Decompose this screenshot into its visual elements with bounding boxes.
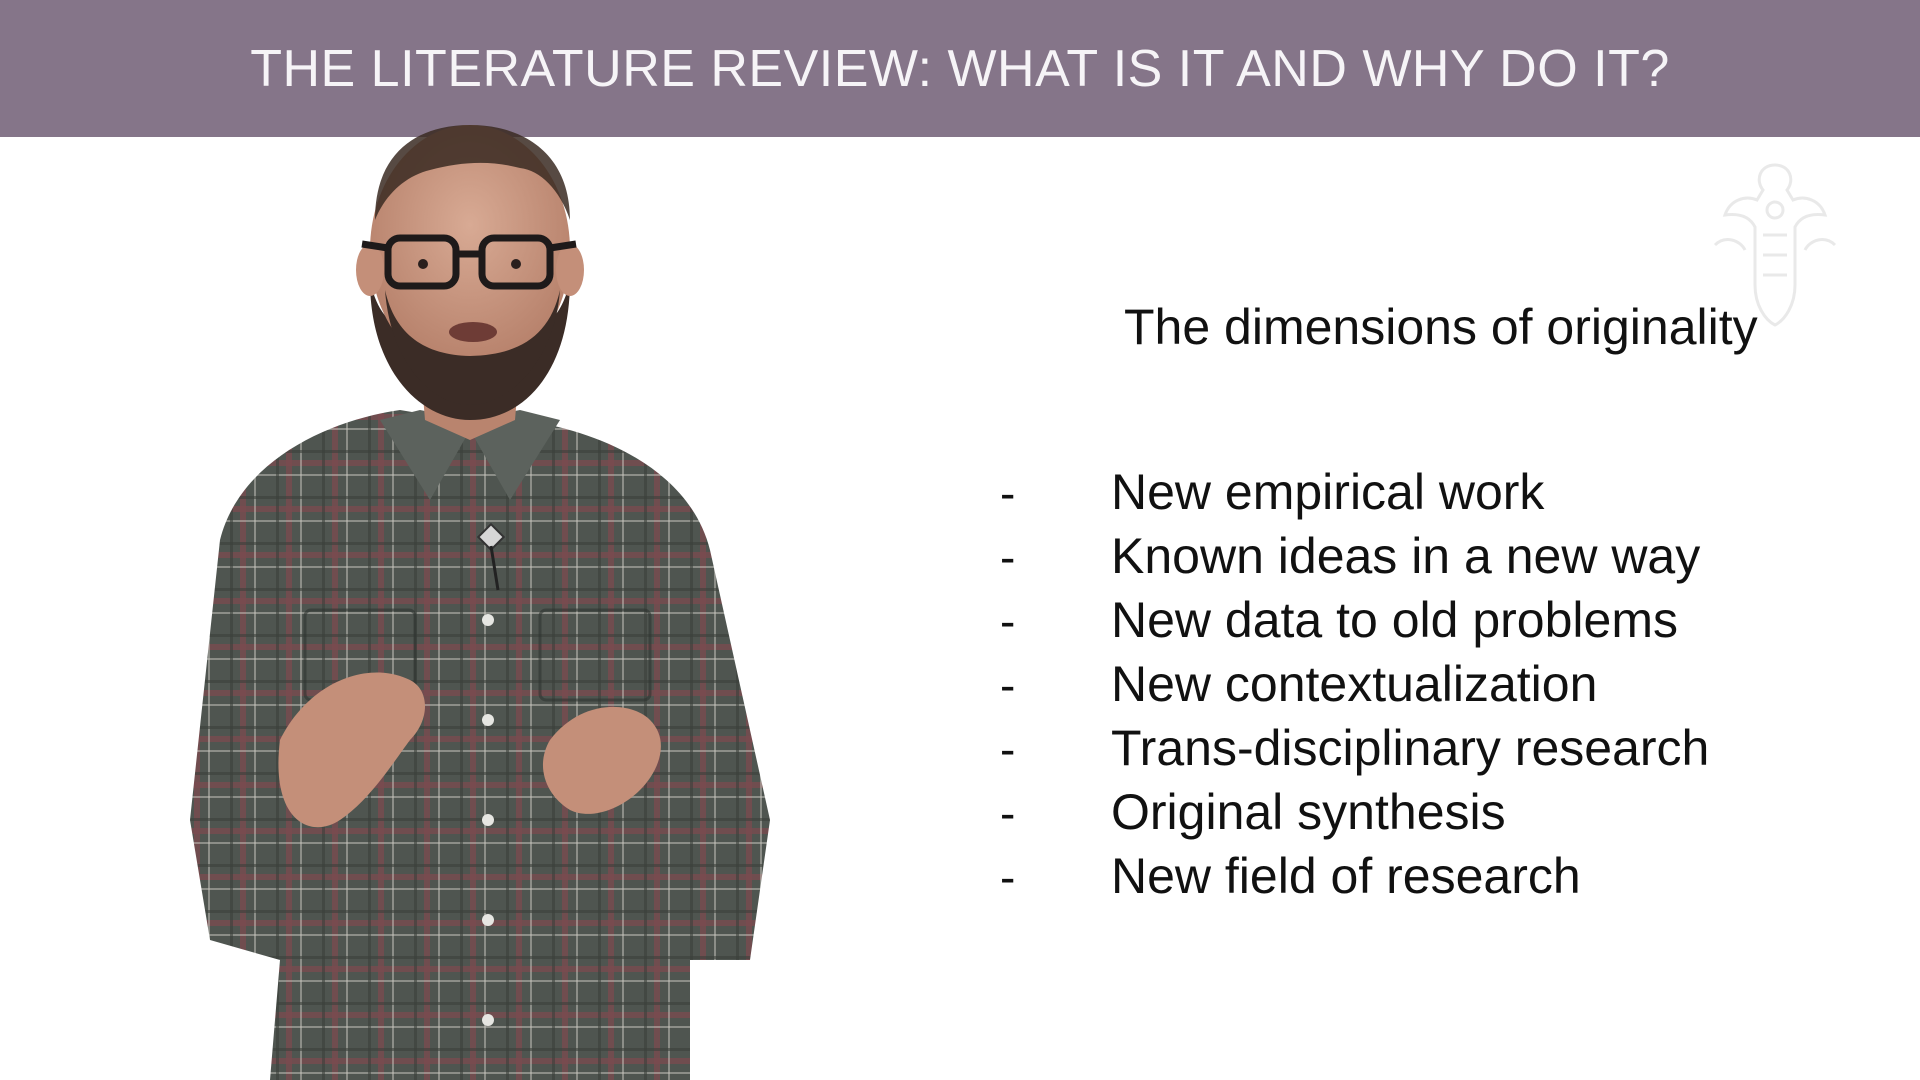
list-item: - Original synthesis bbox=[1000, 783, 1709, 847]
list-item: - New contextualization bbox=[1000, 655, 1709, 719]
list-item-text: Known ideas in a new way bbox=[1111, 528, 1701, 584]
list-item: - New field of research bbox=[1000, 847, 1709, 911]
bullet-marker: - bbox=[1000, 851, 1016, 903]
slide-subtitle: The dimensions of originality bbox=[1124, 299, 1758, 355]
originality-list: - New empirical work - Known ideas in a ne… bbox=[1000, 463, 1709, 911]
list-item-text: New data to old problems bbox=[1111, 592, 1678, 648]
list-item: - New data to old problems bbox=[1000, 591, 1709, 655]
list-item: - New empirical work bbox=[1000, 463, 1709, 527]
bullet-marker: - bbox=[1000, 787, 1016, 839]
title-bar: THE LITERATURE REVIEW: WHAT IS IT AND WH… bbox=[0, 0, 1920, 137]
list-item-text: New empirical work bbox=[1111, 464, 1545, 520]
list-item: - Known ideas in a new way bbox=[1000, 527, 1709, 591]
bullet-marker: - bbox=[1000, 723, 1016, 775]
list-item-text: Trans-disciplinary research bbox=[1111, 720, 1710, 776]
video-frame: THE LITERATURE REVIEW: WHAT IS IT AND WH… bbox=[0, 0, 1920, 1080]
bullet-marker: - bbox=[1000, 595, 1016, 647]
bullet-marker: - bbox=[1000, 659, 1016, 711]
list-item-text: New field of research bbox=[1111, 848, 1581, 904]
presenter bbox=[190, 125, 770, 1080]
list-item: - Trans-disciplinary research bbox=[1000, 719, 1709, 783]
bullet-marker: - bbox=[1000, 531, 1016, 583]
list-item-text: New contextualization bbox=[1111, 656, 1598, 712]
list-item-text: Original synthesis bbox=[1111, 784, 1506, 840]
bullet-marker: - bbox=[1000, 467, 1016, 519]
slide-title: THE LITERATURE REVIEW: WHAT IS IT AND WH… bbox=[250, 39, 1670, 98]
